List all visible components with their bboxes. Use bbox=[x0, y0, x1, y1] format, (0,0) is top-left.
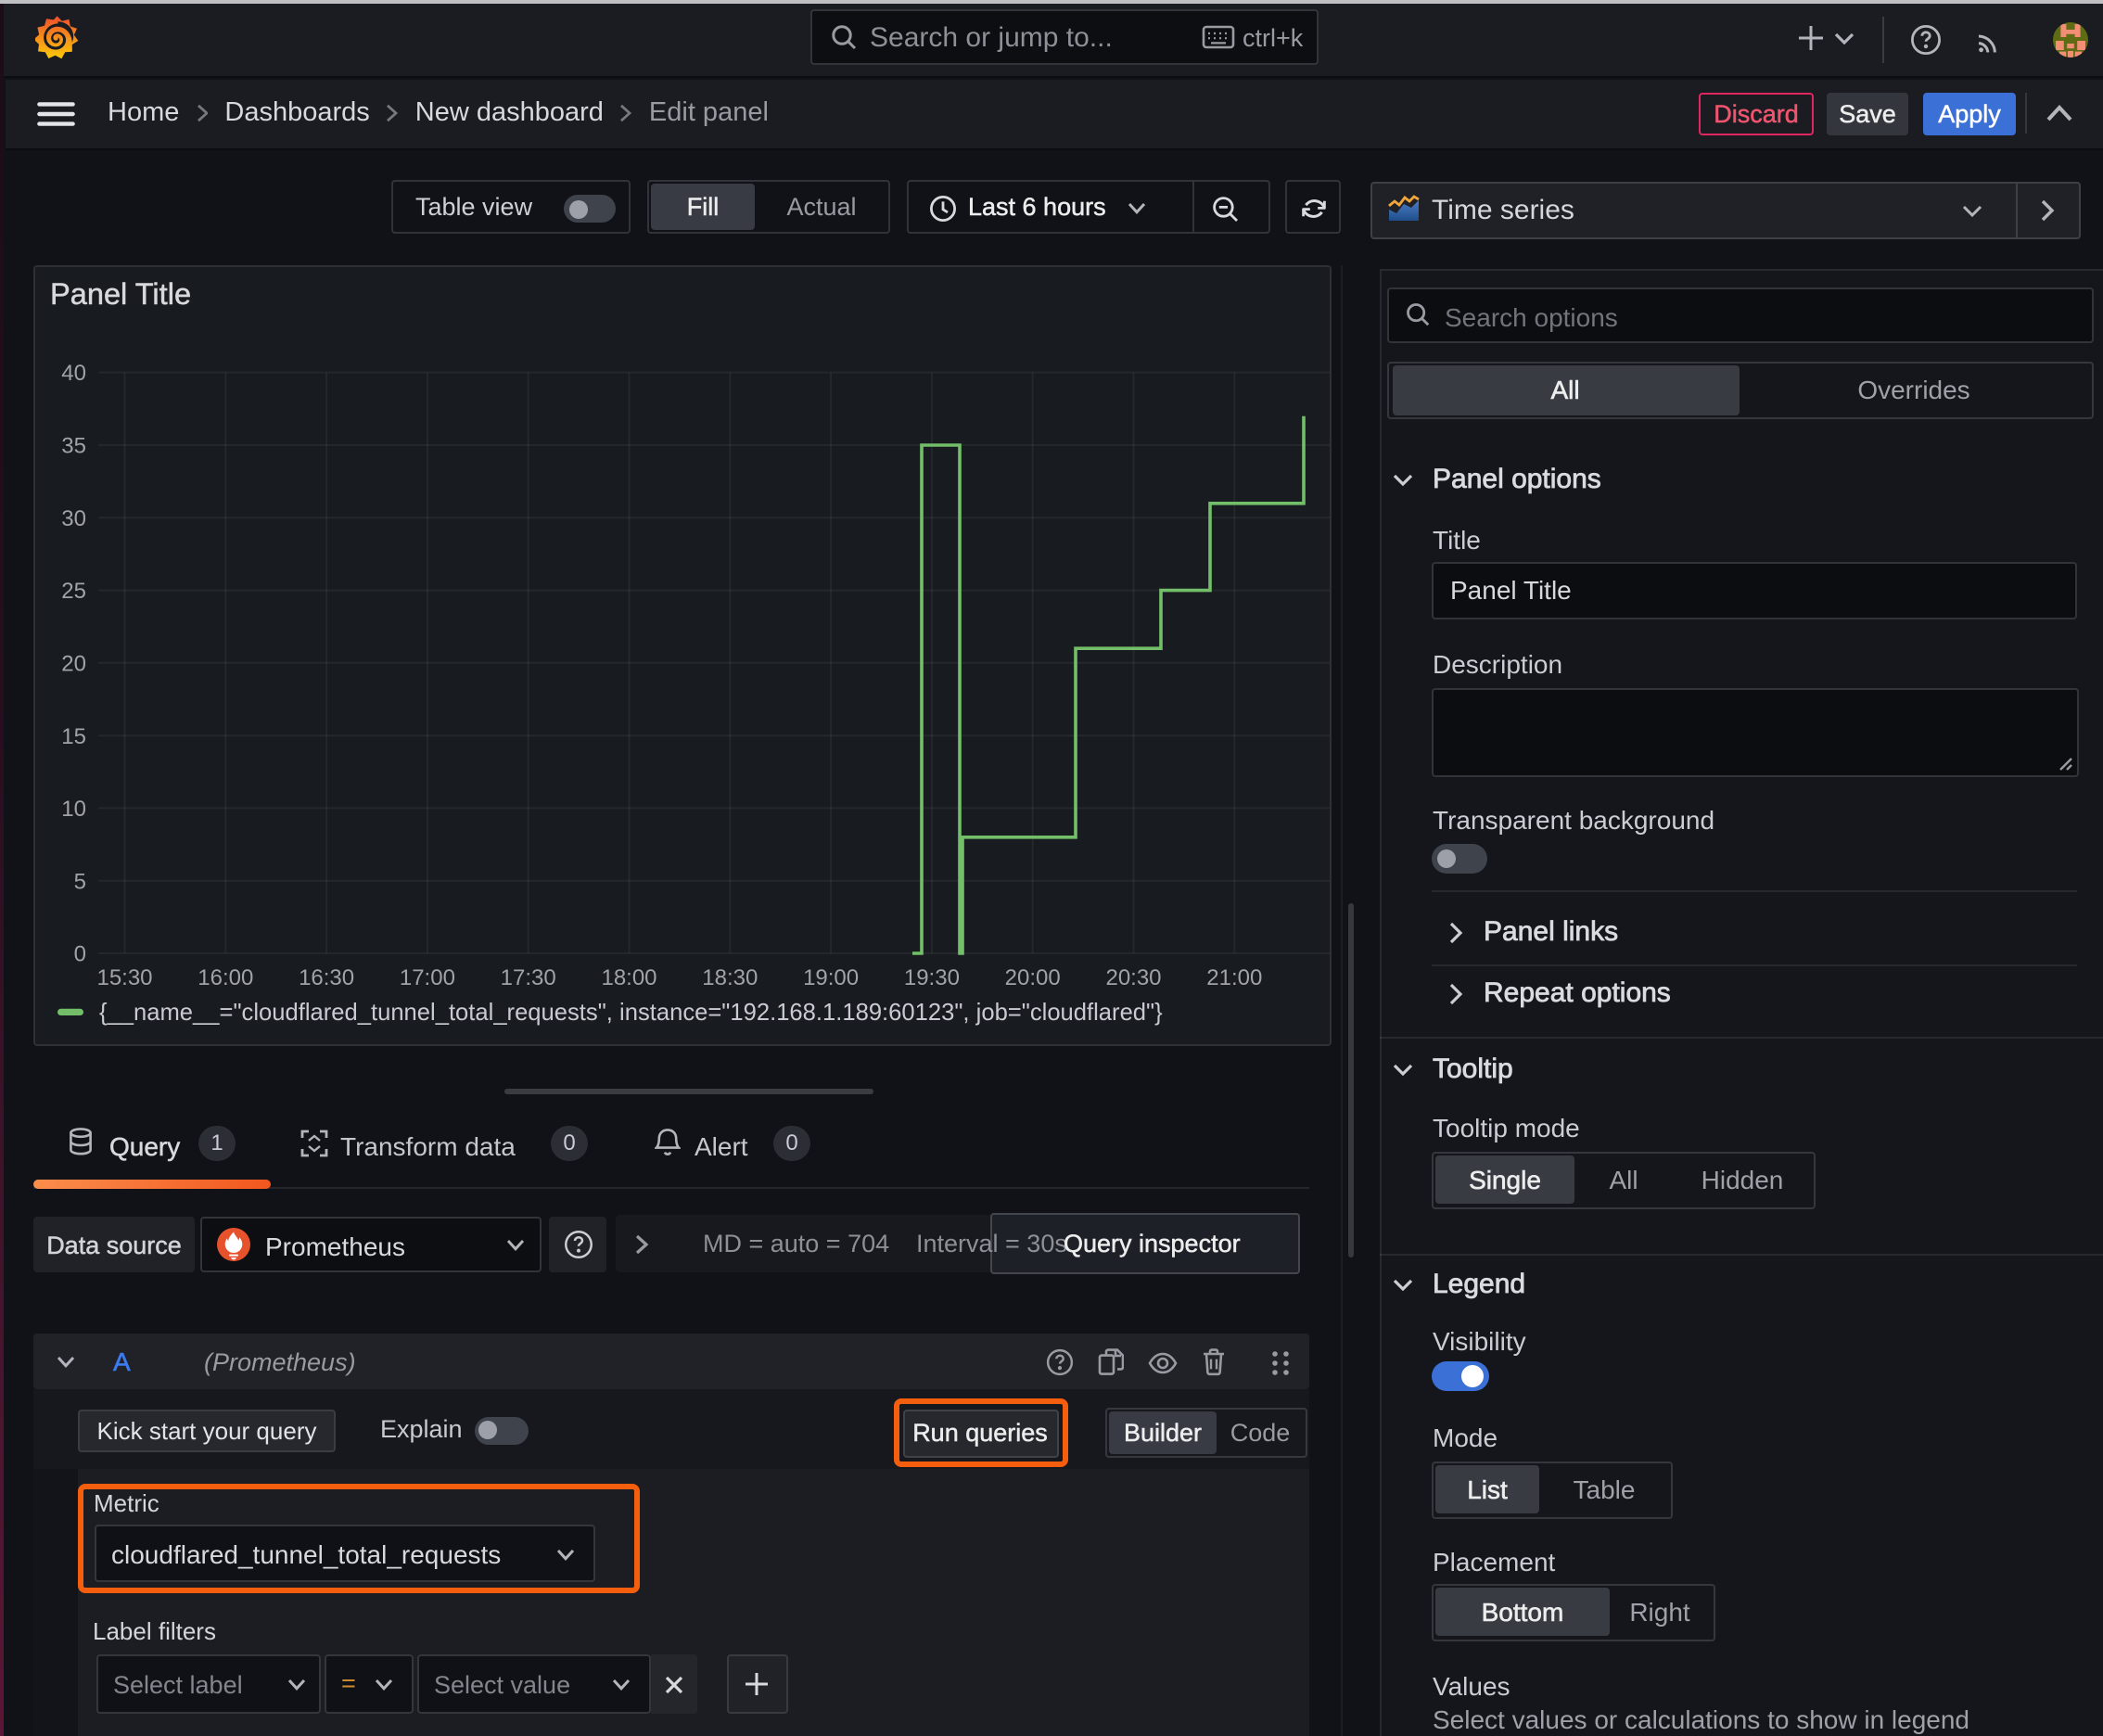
svg-text:19:00: 19:00 bbox=[803, 964, 859, 989]
svg-text:{__name__="cloudflared_tunnel_: {__name__="cloudflared_tunnel_total_requ… bbox=[99, 999, 1163, 1025]
svg-text:40: 40 bbox=[61, 360, 86, 385]
svg-text:20:00: 20:00 bbox=[1005, 964, 1061, 989]
svg-text:18:00: 18:00 bbox=[601, 964, 656, 989]
svg-text:20:30: 20:30 bbox=[1105, 964, 1161, 989]
svg-text:5: 5 bbox=[74, 868, 86, 893]
svg-text:0: 0 bbox=[74, 941, 86, 966]
svg-text:10: 10 bbox=[61, 796, 86, 821]
svg-text:15: 15 bbox=[61, 723, 86, 748]
svg-text:16:00: 16:00 bbox=[198, 964, 253, 989]
svg-text:18:30: 18:30 bbox=[702, 964, 758, 989]
svg-text:16:30: 16:30 bbox=[299, 964, 354, 989]
svg-text:17:30: 17:30 bbox=[501, 964, 556, 989]
svg-text:35: 35 bbox=[61, 433, 86, 458]
svg-text:19:30: 19:30 bbox=[904, 964, 960, 989]
svg-text:21:00: 21:00 bbox=[1206, 964, 1262, 989]
svg-text:20: 20 bbox=[61, 650, 86, 675]
svg-text:15:30: 15:30 bbox=[96, 964, 152, 989]
svg-text:25: 25 bbox=[61, 578, 86, 603]
svg-text:17:00: 17:00 bbox=[400, 964, 455, 989]
svg-text:30: 30 bbox=[61, 505, 86, 530]
